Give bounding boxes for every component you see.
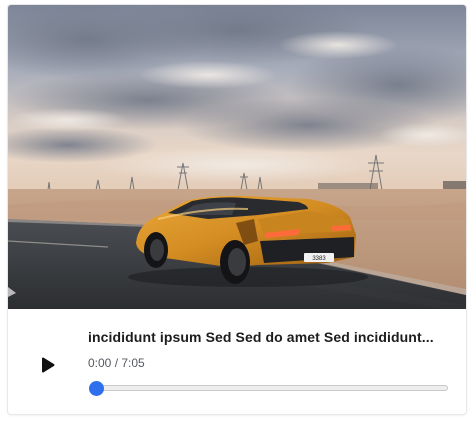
play-icon: [42, 357, 55, 373]
video-card: 3383 incididunt ipsum Sed Sed do amet Se…: [8, 5, 466, 414]
progress-bar[interactable]: [88, 380, 448, 396]
media-title: incididunt ipsum Sed Sed do amet Sed inc…: [88, 329, 434, 345]
progress-slider-thumb[interactable]: [88, 380, 104, 396]
time-display: 0:00 / 7:05: [88, 356, 145, 370]
thumbnail-image: 3383: [8, 5, 466, 309]
license-plate: 3383: [312, 256, 326, 262]
play-button[interactable]: [38, 355, 58, 375]
video-thumbnail[interactable]: 3383: [8, 5, 466, 309]
audio-player: incididunt ipsum Sed Sed do amet Sed inc…: [8, 309, 466, 414]
